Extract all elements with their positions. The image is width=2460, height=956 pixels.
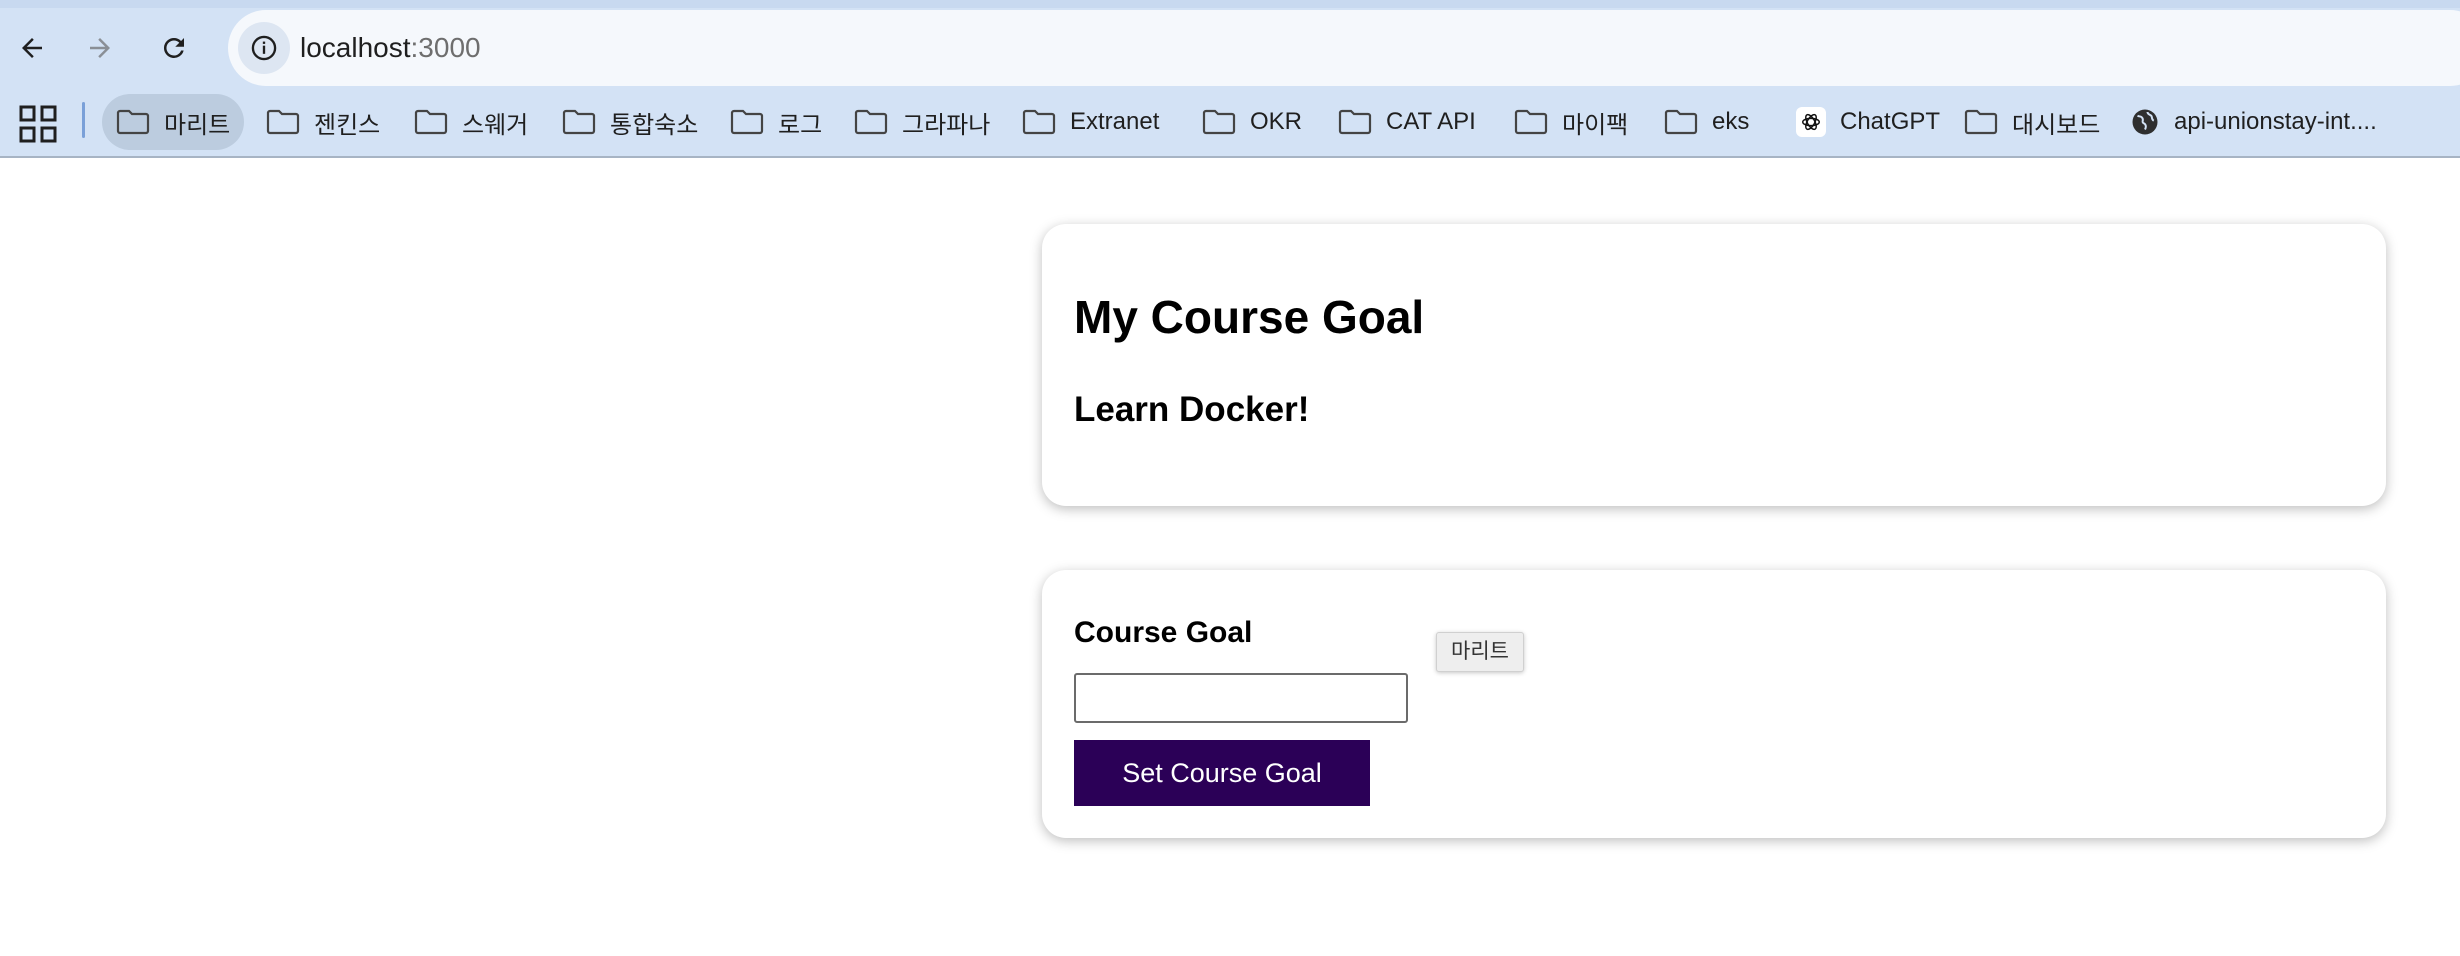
bookmark-folder-cat-api[interactable]: CAT API [1324, 94, 1490, 150]
course-goal-input[interactable] [1074, 673, 1408, 723]
back-button[interactable] [0, 8, 64, 88]
bookmark-label: 젠킨스 [314, 111, 381, 139]
arrow-left-icon [22, 38, 42, 58]
current-goal-text: Learn Docker! [1074, 390, 1310, 429]
folder-icon [1964, 109, 1998, 135]
bookmark-label: eks [1712, 108, 1750, 135]
set-course-goal-button[interactable]: Set Course Goal [1074, 740, 1370, 806]
info-icon [251, 35, 277, 61]
folder-icon [1202, 109, 1236, 135]
bookmark-label: 그라파나 [902, 111, 991, 139]
apps-grid-icon[interactable] [18, 104, 58, 144]
bookmarks-separator [82, 102, 85, 138]
globe-icon [2132, 109, 2158, 135]
bookmark-folder-integrated-lodging[interactable]: 통합숙소 [548, 94, 712, 150]
bookmark-label: CAT API [1386, 108, 1476, 135]
chatgpt-icon [1796, 107, 1826, 137]
url-host: localhost [300, 32, 411, 63]
bookmark-label: 스웨거 [462, 111, 529, 139]
goal-card: My Course Goal Learn Docker! [1042, 224, 2386, 506]
folder-icon [730, 109, 764, 135]
bookmark-label: OKR [1250, 108, 1303, 135]
bookmark-label: 대시보드 [2012, 111, 2101, 139]
bookmark-chatgpt[interactable]: ChatGPT [1782, 94, 1954, 150]
bookmark-label: api-unionstay-int.... [2174, 108, 2377, 135]
bookmark-folder-dashboard[interactable]: 대시보드 [1950, 94, 2114, 150]
bookmark-folder-extranet[interactable]: Extranet [1008, 94, 1173, 150]
bookmark-folder-marit[interactable]: 마리트 [102, 94, 245, 150]
folder-icon [854, 109, 888, 135]
folder-icon [414, 109, 448, 135]
site-info-button[interactable] [238, 22, 290, 74]
bookmark-label: 마리트 [164, 111, 231, 139]
browser-toolbar: localhost:3000 [0, 0, 2460, 88]
bookmark-label: 마이팩 [1562, 111, 1629, 139]
bookmark-folder-log[interactable]: 로그 [716, 94, 836, 150]
bookmark-label: 로그 [778, 111, 823, 139]
folder-icon [1338, 109, 1372, 135]
bookmark-folder-swagger[interactable]: 스웨거 [400, 94, 542, 150]
goal-form-card: Course Goal Set Course Goal [1042, 570, 2386, 838]
folder-icon [1022, 109, 1056, 135]
reload-icon [163, 37, 184, 58]
bookmark-label: ChatGPT [1840, 108, 1941, 135]
bookmark-folder-eks[interactable]: eks [1650, 94, 1763, 150]
page-title: My Course Goal [1074, 291, 1425, 343]
course-goal-label: Course Goal [1074, 616, 1253, 649]
bookmark-folder-mypack[interactable]: 마이팩 [1500, 94, 1642, 150]
bookmark-api-unionstay[interactable]: api-unionstay-int.... [2116, 94, 2391, 150]
bookmark-tooltip: 마리트 [1436, 632, 1524, 672]
url-port: :3000 [410, 32, 481, 63]
folder-icon [116, 109, 150, 135]
reload-button[interactable] [142, 8, 206, 88]
folder-icon [1514, 109, 1548, 135]
folder-icon [1664, 109, 1698, 135]
bookmark-label: Extranet [1070, 108, 1160, 135]
bookmark-folder-okr[interactable]: OKR [1188, 94, 1316, 150]
url-text: localhost:3000 [300, 10, 481, 86]
arrow-right-icon [90, 38, 110, 58]
forward-button[interactable] [68, 8, 132, 88]
bookmark-folder-grafana[interactable]: 그라파나 [840, 94, 1004, 150]
folder-icon [266, 109, 300, 135]
folder-icon [562, 109, 596, 135]
bookmark-label: 통합숙소 [610, 111, 699, 139]
bookmark-folder-jenkins[interactable]: 젠킨스 [252, 94, 394, 150]
bookmarks-bar: 마리트 젠킨스 스웨거 통합숙소 로그 그라파나 Extranet OKR CA… [0, 88, 2460, 158]
address-bar[interactable]: localhost:3000 [228, 10, 2460, 86]
